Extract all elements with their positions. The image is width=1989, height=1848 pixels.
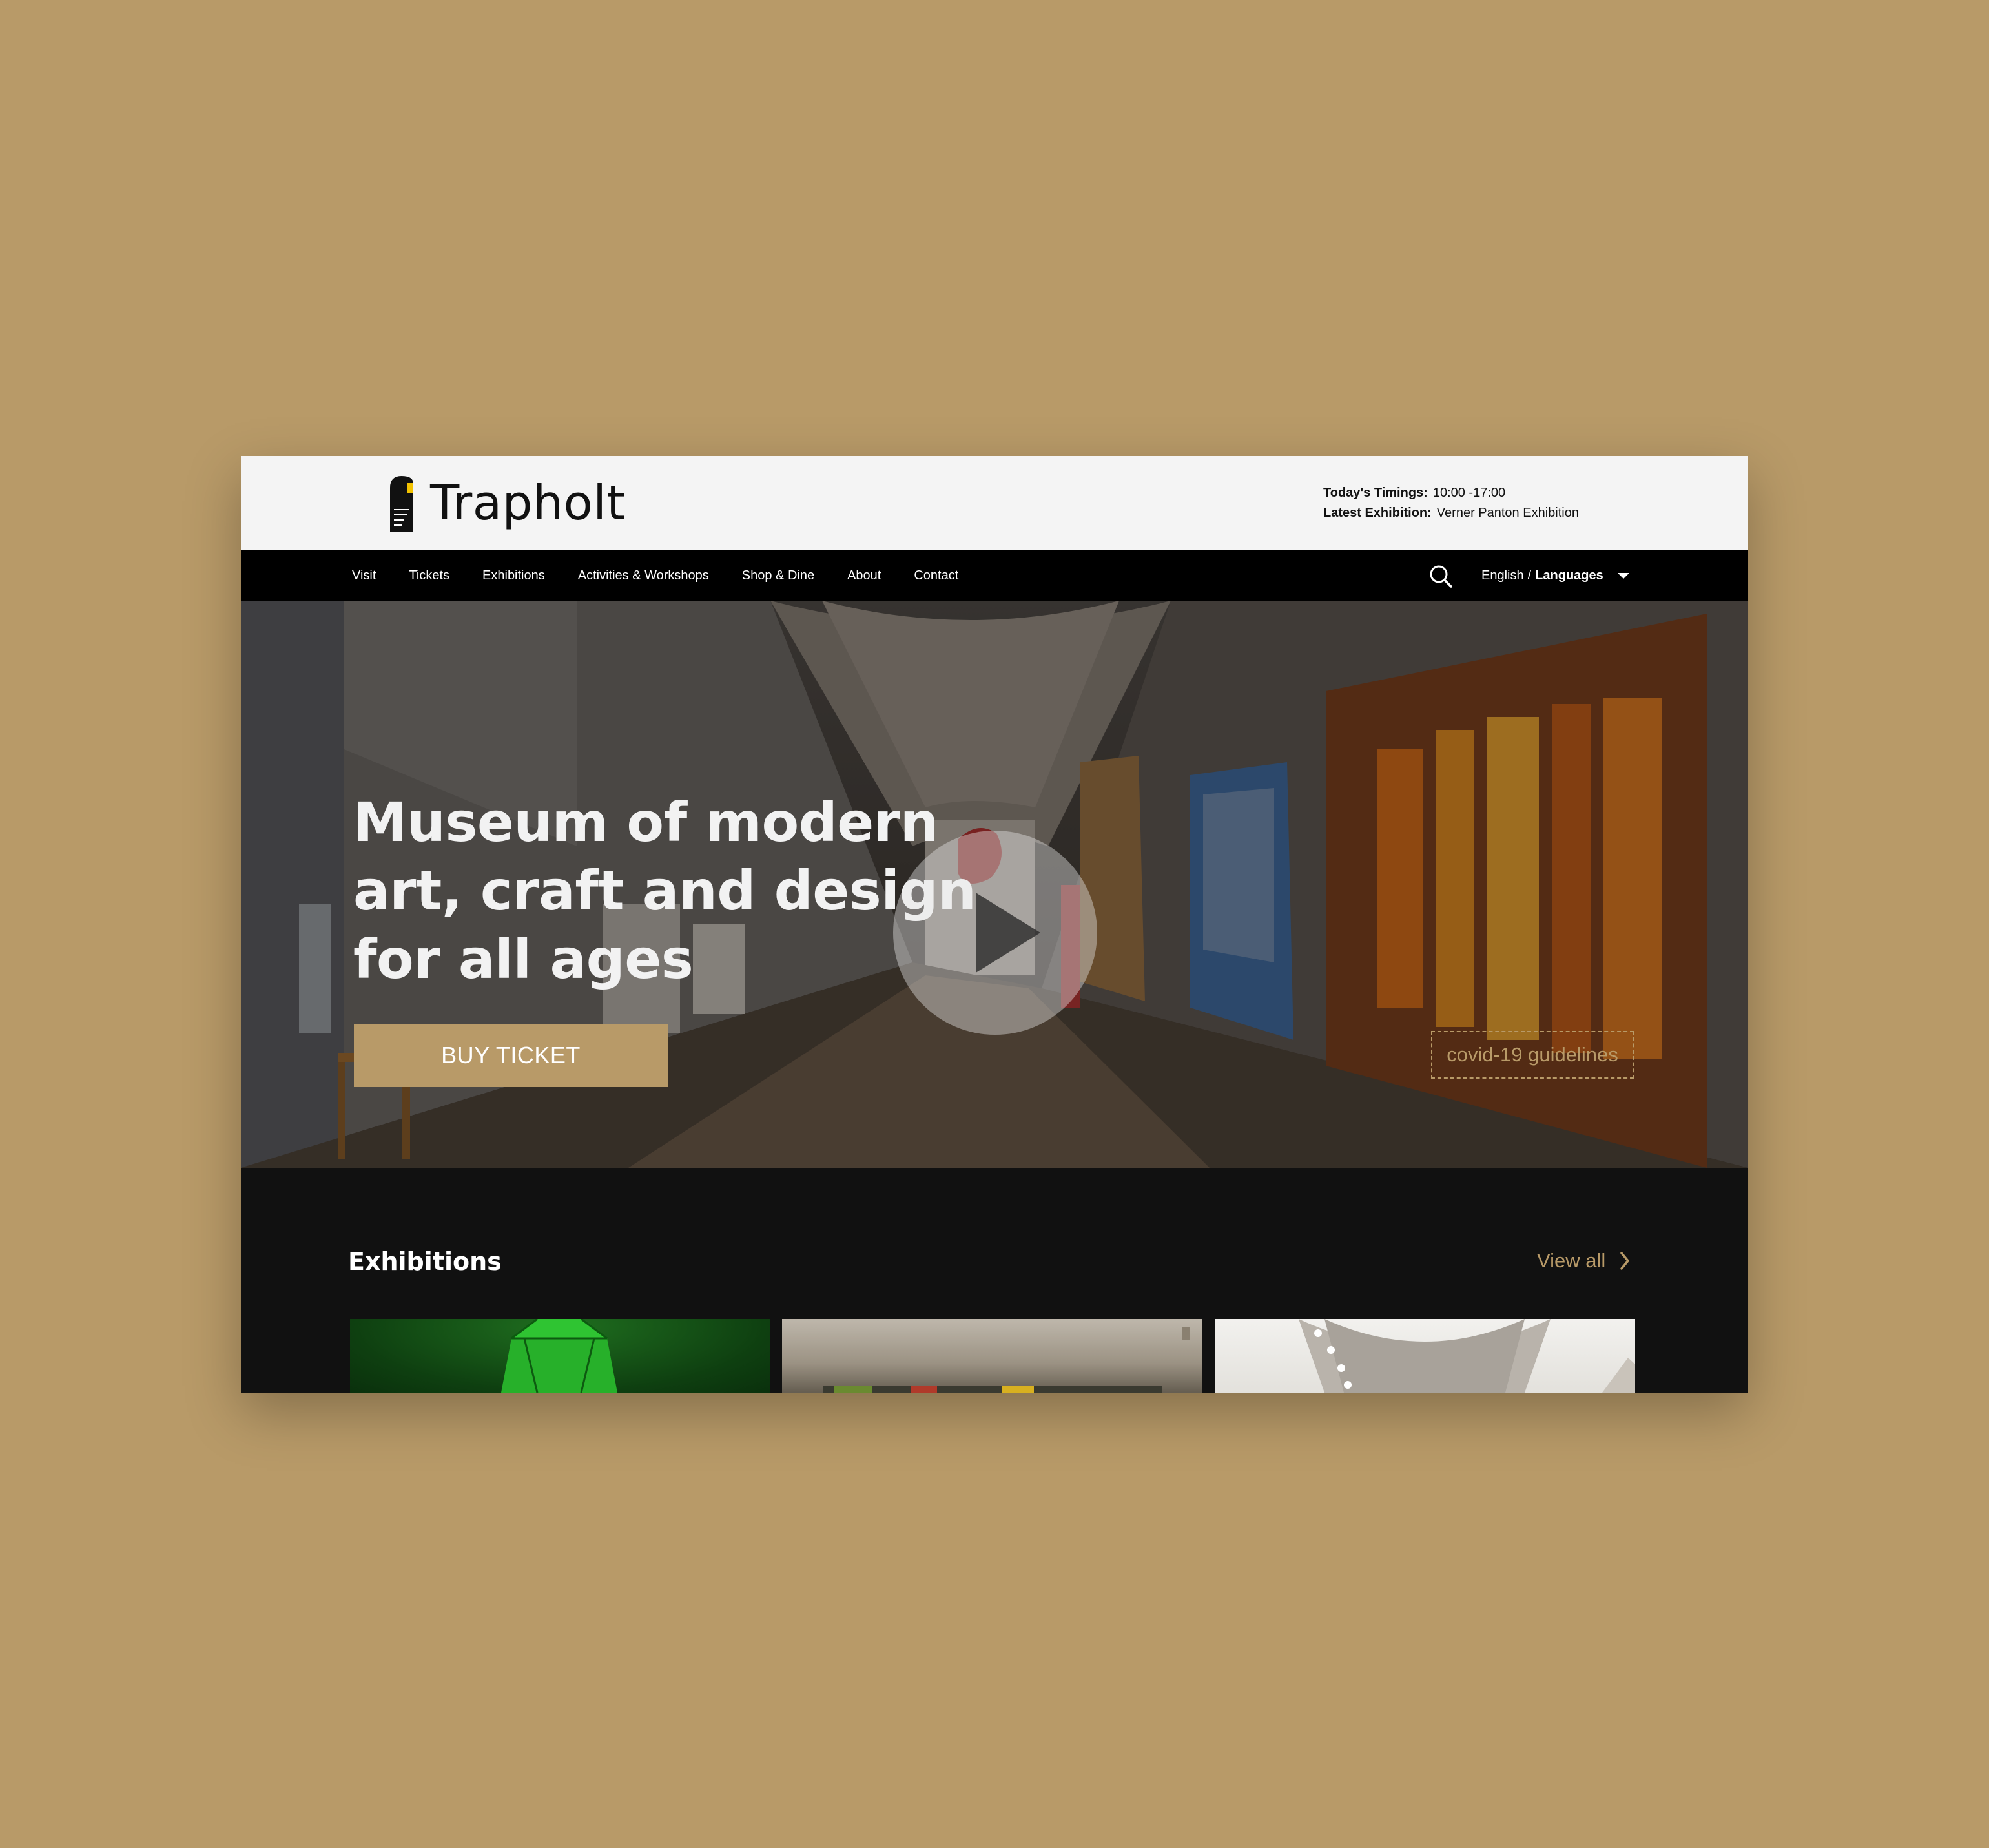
hero-section: Museum of modern art, craft and design f… [241,601,1748,1168]
exhibitions-heading: Exhibitions [348,1247,502,1276]
search-icon[interactable] [1428,563,1454,589]
play-video-button[interactable] [893,831,1097,1035]
language-current: English [1481,568,1524,583]
nav-item-contact[interactable]: Contact [914,568,958,583]
buy-ticket-button[interactable]: BUY TICKET [354,1024,668,1087]
chevron-right-icon [1620,1252,1630,1270]
exhibition-card[interactable] [1215,1319,1635,1393]
language-separator: / [1527,568,1532,583]
nav-item-visit[interactable]: Visit [352,568,376,583]
caret-down-icon [1617,572,1629,579]
exhibition-card-image [782,1319,1202,1393]
exhibition-card[interactable] [782,1319,1202,1393]
language-label: Languages [1535,568,1603,583]
logo-mark-icon [390,476,413,532]
latest-exhibition-value[interactable]: Verner Panton Exhibition [1437,506,1579,520]
main-nav: Visit Tickets Exhibitions Activities & W… [241,550,1748,601]
nav-links: Visit Tickets Exhibitions Activities & W… [352,550,991,601]
nav-item-activities-workshops[interactable]: Activities & Workshops [578,568,709,583]
logo[interactable]: Trapholt [385,474,626,532]
exhibition-card-image [1299,1319,1635,1393]
exhibition-card[interactable] [350,1319,770,1393]
brand-name: Trapholt [430,475,626,531]
nav-item-tickets[interactable]: Tickets [409,568,449,583]
language-selector[interactable]: English / Languages [1481,550,1629,601]
latest-exhibition-label: Latest Exhibition: [1323,506,1432,520]
latest-exhibition-row: Latest Exhibition: Verner Panton Exhibiti… [1323,503,1579,523]
browser-frame: Trapholt Today's Timings: 10:00 -17:00 La… [241,456,1748,1393]
view-all-label: View all [1537,1249,1606,1272]
timings-value: 10:00 -17:00 [1432,486,1506,500]
view-all-link[interactable]: View all [1537,1249,1630,1272]
hero-title: Museum of modern art, craft and design f… [353,791,976,991]
play-icon [976,893,1040,973]
exhibition-card-image [501,1319,617,1393]
timings-label: Today's Timings: [1323,486,1428,500]
nav-item-shop-dine[interactable]: Shop & Dine [742,568,814,583]
nav-item-exhibitions[interactable]: Exhibitions [482,568,545,583]
info-panel: Today's Timings: 10:00 -17:00 Latest Exhi… [1323,483,1579,523]
timings-row: Today's Timings: 10:00 -17:00 [1323,483,1579,503]
site-header: Trapholt Today's Timings: 10:00 -17:00 La… [241,456,1748,550]
covid-guidelines-button[interactable]: covid-19 guidelines [1431,1031,1634,1079]
nav-item-about[interactable]: About [847,568,881,583]
